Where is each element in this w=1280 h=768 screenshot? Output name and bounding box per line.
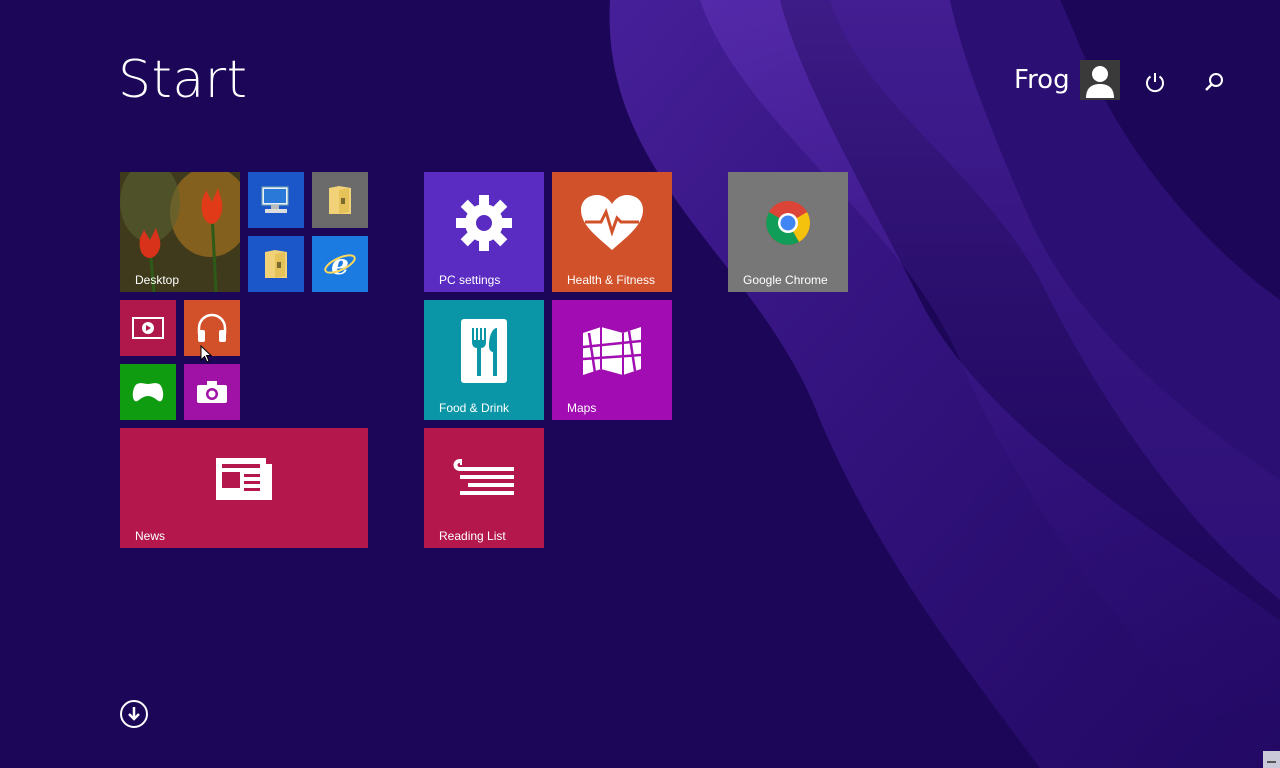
tile-music[interactable]: [184, 300, 240, 356]
tile-pc-settings[interactable]: PC settings: [424, 172, 544, 292]
map-icon: [582, 327, 642, 375]
tile-label: PC settings: [439, 273, 501, 287]
file-explorer-icon: [265, 250, 287, 278]
user-name: Frog: [1014, 65, 1070, 95]
tile-food-drink[interactable]: Food & Drink: [424, 300, 544, 420]
tile-games[interactable]: [120, 364, 176, 420]
headphones-icon: [197, 313, 227, 342]
tile-folder[interactable]: [312, 172, 368, 228]
tile-news[interactable]: News: [120, 428, 368, 548]
user-account[interactable]: Frog: [1014, 60, 1120, 100]
tile-label: Health & Fitness: [567, 273, 656, 287]
tile-file-explorer[interactable]: [248, 236, 304, 292]
folder-icon: [329, 186, 351, 214]
gear-icon: [456, 195, 512, 251]
all-apps-button[interactable]: [120, 700, 148, 728]
mouse-cursor-icon: [200, 345, 212, 363]
power-button[interactable]: [1141, 68, 1169, 96]
chrome-icon: [766, 201, 810, 245]
start-title: Start: [118, 50, 248, 110]
news-icon: [216, 458, 272, 500]
camera-icon: [197, 381, 227, 403]
tile-label: Food & Drink: [439, 401, 510, 415]
tile-video[interactable]: [120, 300, 176, 356]
tile-this-pc[interactable]: [248, 172, 304, 228]
video-icon: [132, 317, 164, 339]
tile-label: Google Chrome: [743, 273, 828, 287]
tile-reading-list[interactable]: Reading List: [424, 428, 544, 548]
tile-label: Maps: [567, 401, 597, 415]
tile-label: News: [135, 529, 166, 543]
tile-label: Reading List: [439, 529, 506, 543]
internet-explorer-icon: e: [324, 248, 356, 281]
reading-list-icon: [453, 459, 514, 495]
tile-label: Desktop: [135, 273, 180, 287]
arrow-down-circle-icon: [128, 707, 140, 721]
search-icon: [1205, 73, 1223, 91]
computer-icon: [261, 186, 289, 213]
search-button[interactable]: [1200, 68, 1228, 96]
tile-desktop[interactable]: Desktop: [120, 172, 240, 292]
tile-internet-explorer[interactable]: e: [312, 236, 368, 292]
tile-maps[interactable]: Maps: [552, 300, 672, 420]
tile-google-chrome[interactable]: Google Chrome: [728, 172, 848, 292]
game-controller-icon: [132, 383, 164, 402]
heart-pulse-icon: [581, 195, 643, 250]
tile-camera[interactable]: [184, 364, 240, 420]
svg-text:e: e: [331, 248, 349, 281]
tile-health-fitness[interactable]: Health & Fitness: [552, 172, 672, 292]
fork-knife-icon: [461, 319, 507, 383]
user-avatar-icon: [1079, 60, 1120, 100]
power-icon: [1146, 73, 1164, 93]
minimize-corner-icon[interactable]: [1263, 751, 1280, 768]
